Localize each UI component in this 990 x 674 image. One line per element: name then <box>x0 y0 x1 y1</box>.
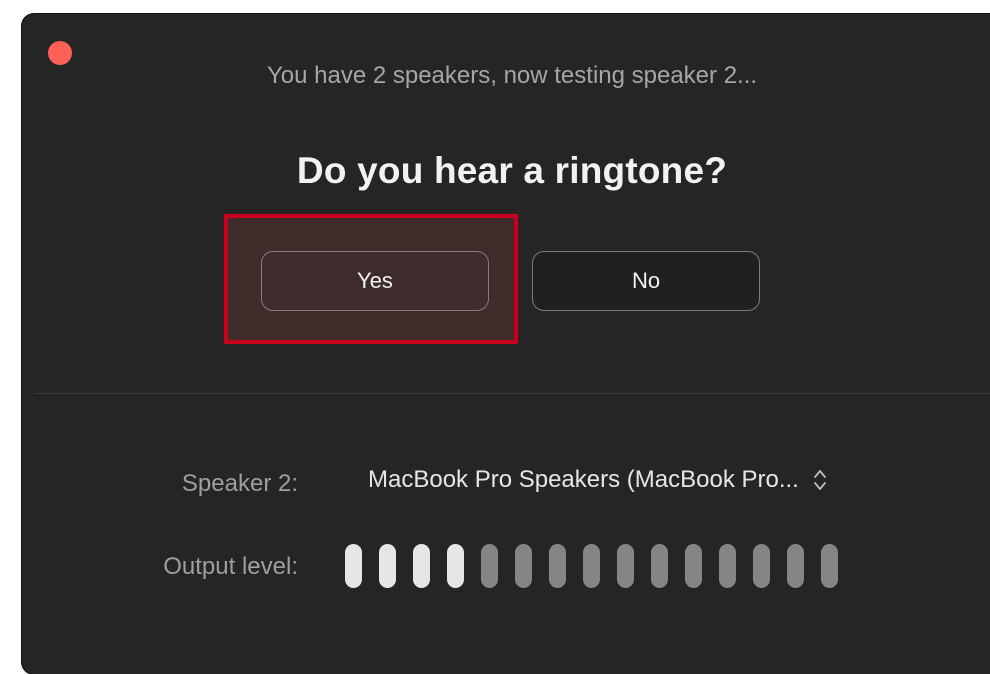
speaker-test-window: You have 2 speakers, now testing speaker… <box>22 14 990 674</box>
output-level-meter <box>345 544 838 588</box>
output-level-segment <box>549 544 566 588</box>
output-level-segment <box>345 544 362 588</box>
output-level-segment <box>821 544 838 588</box>
output-level-segment <box>515 544 532 588</box>
speaker-selected-value: MacBook Pro Speakers (MacBook Pro... <box>368 466 799 493</box>
output-level-segment <box>379 544 396 588</box>
output-level-segment <box>787 544 804 588</box>
output-level-segment <box>583 544 600 588</box>
status-text: You have 2 speakers, now testing speaker… <box>266 62 758 89</box>
output-level-segment <box>481 544 498 588</box>
output-level-segment <box>413 544 430 588</box>
output-level-segment <box>617 544 634 588</box>
ringtone-question: Do you hear a ringtone? <box>296 150 728 191</box>
yes-button[interactable]: Yes <box>261 251 489 311</box>
speaker-label: Speaker 2: <box>181 470 298 497</box>
output-level-segment <box>685 544 702 588</box>
output-level-segment <box>447 544 464 588</box>
section-divider <box>34 393 990 394</box>
output-level-segment <box>753 544 770 588</box>
output-level-segment <box>651 544 668 588</box>
output-level-label: Output level: <box>163 553 298 580</box>
speaker-select[interactable]: MacBook Pro Speakers (MacBook Pro... <box>368 466 827 494</box>
no-button[interactable]: No <box>532 251 760 311</box>
output-level-segment <box>719 544 736 588</box>
chevron-up-down-icon <box>813 470 826 490</box>
